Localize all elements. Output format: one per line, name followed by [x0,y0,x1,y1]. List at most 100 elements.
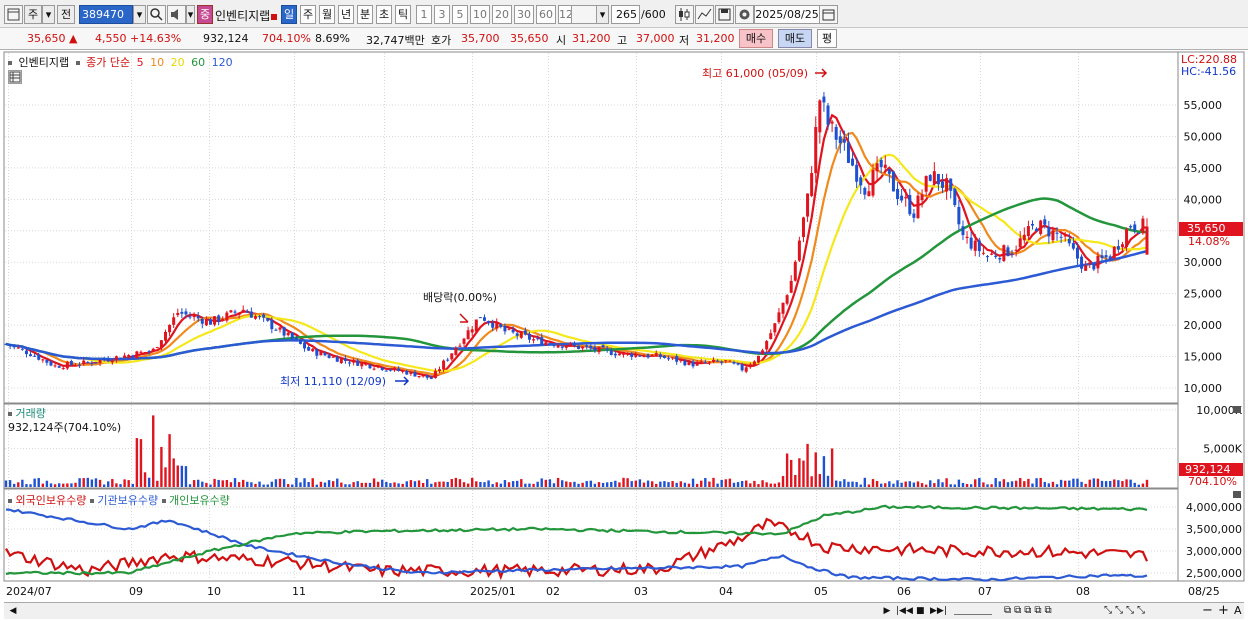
interval-button[interactable]: 30 [514,5,534,24]
candle-icon[interactable] [675,5,694,24]
interval-button[interactable]: 1 [416,5,432,24]
font-size-icon[interactable]: A [1234,604,1242,618]
candle-body [646,354,650,358]
volume-bar [233,478,237,487]
interval-button[interactable]: 10 [470,5,490,24]
high-annotation: 최고 61,000 (05/09) [702,67,808,80]
volume-bar [953,484,956,487]
candle-body [74,365,78,367]
period-tab[interactable]: 일 [281,5,297,24]
period-tab[interactable]: 초 [376,5,392,24]
candle-body [793,261,797,281]
candle-body [572,344,576,346]
zoom-in-icon[interactable]: + [1218,603,1229,619]
table-icon[interactable] [8,70,22,84]
save-icon[interactable] [715,5,734,24]
candle-body [703,362,707,364]
volume-bar [12,483,16,487]
y-tick-label: 30,000 [1184,256,1223,269]
candle-body [123,355,127,358]
zoom-slider[interactable] [954,607,992,615]
volume-bar [417,480,421,487]
buy-button[interactable]: 매수 [739,29,773,48]
gear-icon[interactable] [735,5,754,24]
zoom-out-icon[interactable]: − [1202,603,1213,619]
volume-bar [528,483,531,487]
volume-bar [708,481,711,487]
volume-bar [961,482,965,487]
stop-icon[interactable]: ■ [916,604,925,618]
candle-body [290,332,294,339]
volume-bar [123,479,126,487]
stock-code-input[interactable]: 389470 [79,5,133,24]
volume-bar [663,481,666,487]
candle-body [544,342,548,346]
drawing-tools-icon[interactable]: ⤡⤡⤡⤡ [1104,604,1148,618]
volume-bar [1096,478,1100,487]
candle-body [192,315,196,318]
interval-button[interactable]: 5 [452,5,468,24]
volume-bar [544,479,548,487]
period-tab[interactable]: 년 [338,5,354,24]
candle-body [204,319,208,326]
quote-bar: 35,650 ▲ 4,550 +14.63% 932,124 704.10% 8… [0,28,1248,50]
search-icon[interactable] [147,5,166,24]
volume-bar [978,477,981,487]
candle-body [429,377,433,379]
high-price: 37,000 [636,32,675,45]
candle-body [654,353,658,357]
candle-body [143,351,147,353]
interval-button[interactable]: 20 [492,5,512,24]
candle-body [564,346,568,348]
interval-custom-input[interactable] [571,5,597,24]
collapse-icon[interactable] [1233,491,1241,498]
period-type-dropdown[interactable]: 주 [24,5,42,24]
volume-bar [667,482,670,487]
volume-bar [266,484,269,487]
period-tab[interactable]: 틱 [395,5,411,24]
volume-bar [25,484,28,487]
scroll-right-icon[interactable]: ▶ [880,604,894,618]
volume-bar [998,481,1001,487]
period-tab[interactable]: 월 [319,5,335,24]
window-menu-icon[interactable] [4,5,23,24]
count-total: /600 [641,8,666,21]
drawing-tool-icon[interactable] [695,5,714,24]
volume-bar [646,480,650,487]
sell-button[interactable]: 매도 [778,29,812,48]
volume-bar [765,482,768,487]
interval-dropdown-icon[interactable]: ▾ [596,5,609,24]
volume-bar [1088,479,1091,487]
candle-body [135,351,139,359]
date-input[interactable]: 2025/08/25 [754,5,820,24]
candle-body [1080,256,1084,269]
chevron-down-icon[interactable]: ▾ [42,5,55,24]
volume-bar [511,481,515,487]
volume-bar [618,482,621,487]
volume-bar [405,481,408,487]
prev-button[interactable]: 전 [57,5,75,24]
first-page-icon[interactable]: |◀◀ [896,604,913,618]
scroll-left-icon[interactable]: ◀ [6,604,20,618]
code-dropdown-icon[interactable]: ▾ [133,5,146,24]
trade-amount: 32,747백만 [366,34,425,47]
period-tab[interactable]: 분 [357,5,373,24]
collapse-icon[interactable] [1233,406,1241,413]
legend-marker-icon [75,61,80,65]
chart-tools-icon[interactable]: ⧉⧉⧉⧉⧉ [1004,604,1055,618]
speaker-dropdown-icon[interactable]: ▾ [186,5,195,24]
legend-ma-label: 종가 단순 [86,56,131,69]
volume-bar [188,484,192,487]
speaker-icon[interactable] [167,5,186,24]
count-input[interactable]: 265 [611,5,640,24]
volume-bar [381,479,384,487]
interval-button[interactable]: 3 [434,5,450,24]
last-page-icon[interactable]: ▶▶| [930,604,947,618]
interval-button[interactable]: 60 [536,5,556,24]
period-tab[interactable]: 주 [300,5,316,24]
eval-button[interactable]: 평 [817,29,837,48]
calendar-icon[interactable] [819,5,838,24]
candle-body [609,350,613,355]
volume-bar [1072,478,1075,487]
volume-bar [458,479,462,487]
